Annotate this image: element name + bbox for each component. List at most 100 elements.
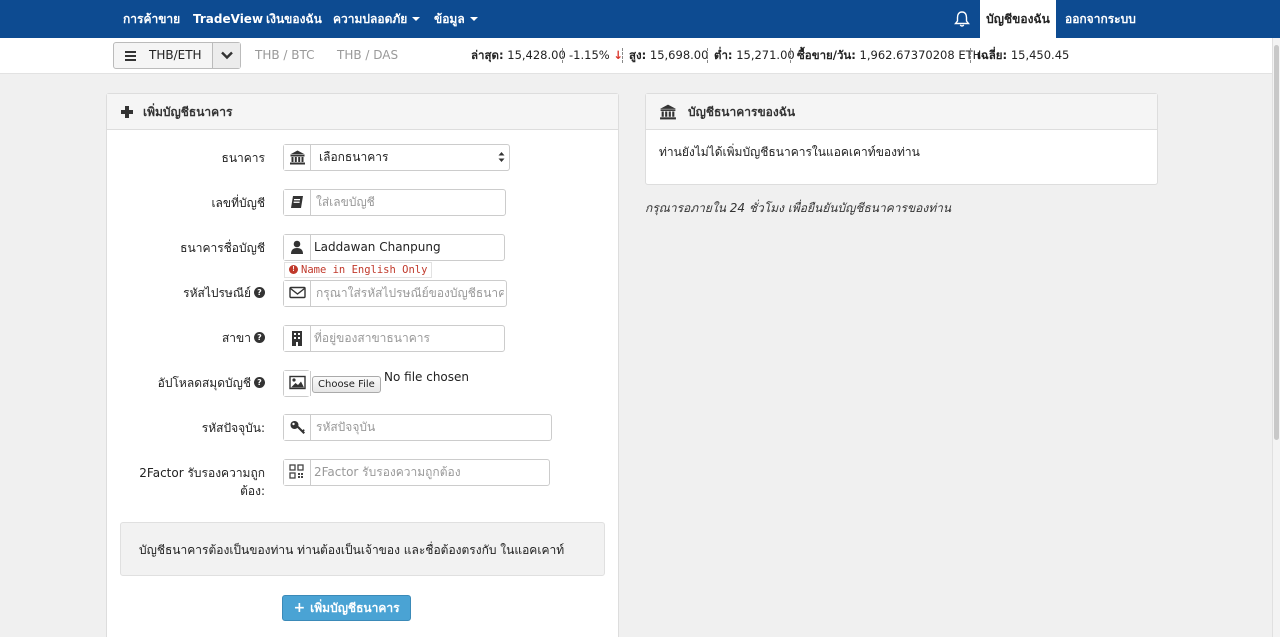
ticker-low-value: 15,271.00 xyxy=(736,48,795,62)
bank-icon xyxy=(660,104,676,120)
branch-label-text: สาขา xyxy=(221,331,251,345)
postal-label: รหัสไปรษณีย์? xyxy=(107,284,265,302)
user-icon xyxy=(291,240,303,254)
building-addon xyxy=(284,326,311,351)
ticker-volume-value: 1,962.67370208 ETH xyxy=(859,48,982,62)
chevron-down-icon xyxy=(221,51,233,60)
ticker-volume: ซื้อขาย/วัน: 1,962.67370208 ETH xyxy=(797,38,981,72)
nav-my-account[interactable]: บัญชีของฉัน xyxy=(980,0,1056,38)
ticker-last-label: ล่าสุด: xyxy=(471,48,504,62)
choose-file-button[interactable]: Choose File xyxy=(312,376,381,393)
bank-select[interactable]: เลือกธนาคาร xyxy=(283,144,510,171)
postal-field[interactable]: กรุณาใส่รหัสไปรษณีย์ของบัญชีธนาคาร xyxy=(283,280,507,307)
current-password-label: รหัสปัจจุบัน: xyxy=(201,421,265,435)
current-password-placeholder: รหัสปัจจุบัน xyxy=(316,420,376,434)
upload-label: อัปโหลดสมุดบัญชี? xyxy=(107,374,265,392)
add-bank-button[interactable]: + เพิ่มบัญชีธนาคาร xyxy=(282,595,411,621)
ticker-high-value: 15,698.00 xyxy=(649,48,709,62)
bank-icon xyxy=(290,150,305,165)
name-error-text: Name in English Only xyxy=(301,264,428,276)
help-icon[interactable]: ? xyxy=(254,332,265,343)
panel-title: บัญชีธนาคารของฉัน xyxy=(688,105,796,119)
nav-tradeview[interactable]: TradeView xyxy=(193,0,263,38)
pair-link-das[interactable]: THB / DAS xyxy=(337,38,398,72)
nav-my-money[interactable]: เงินของฉัน xyxy=(266,0,322,38)
name-error-message: ! Name in English Only xyxy=(284,262,433,278)
book-addon xyxy=(284,190,311,215)
account-name-label: ธนาคารชื่อบัญชี xyxy=(180,241,265,255)
branch-placeholder: ที่อยู่ของสาขาธนาคาร xyxy=(314,331,430,345)
pair-selector[interactable]: THB/ETH xyxy=(113,42,241,69)
pair-selected: THB/ETH xyxy=(149,48,202,62)
nav-info[interactable]: ข้อมูล xyxy=(434,0,478,38)
nav-logout[interactable]: ออกจากระบบ xyxy=(1065,0,1136,38)
ticker-avg-value: 15,450.45 xyxy=(1010,48,1070,62)
image-addon xyxy=(284,371,311,396)
panel-title: เพิ่มบัญชีธนาคาร xyxy=(143,105,233,119)
help-icon[interactable]: ? xyxy=(254,377,265,388)
qrcode-icon xyxy=(289,464,304,479)
panel-header: เพิ่มบัญชีธนาคาร xyxy=(107,94,618,130)
account-number-field[interactable]: ใส่เลขบัญชี xyxy=(283,189,506,216)
divider xyxy=(790,48,791,63)
add-bank-button-label: เพิ่มบัญชีธนาคาร xyxy=(310,601,400,615)
ticker-low-label: ต่ำ: xyxy=(714,48,733,62)
twofa-label-line1: 2Factor รับรองความถูก xyxy=(139,466,265,480)
image-addon-box xyxy=(283,370,311,397)
envelope-addon xyxy=(284,281,311,306)
bank-select-value: เลือกธนาคาร xyxy=(319,150,389,164)
twofa-placeholder: 2Factor รับรองความถูกต้อง xyxy=(314,465,461,479)
upload-label-text: อัปโหลดสมุดบัญชี xyxy=(157,376,251,390)
panel-header: บัญชีธนาคารของฉัน xyxy=(646,94,1157,130)
ticker-avg-label: เฉลี่ย: xyxy=(977,48,1008,62)
branch-label: สาขา? xyxy=(107,329,265,347)
book-icon xyxy=(291,196,303,208)
my-banks-panel: บัญชีธนาคารของฉัน ท่านยังไม่ได้เพิ่มบัญช… xyxy=(645,93,1158,185)
building-icon xyxy=(292,331,302,346)
ticker-change: -1.15% ↓ xyxy=(569,38,623,72)
nav-security-label: ความปลอดภัย xyxy=(333,12,408,26)
account-number-label: เลขที่บัญชี xyxy=(211,196,265,210)
account-name-field[interactable]: Laddawan Chanpung xyxy=(283,234,505,261)
verification-note: กรุณารอภายใน 24 ชั่วโมง เพื่อยืนยันบัญชี… xyxy=(645,201,952,215)
ticker-volume-label: ซื้อขาย/วัน: xyxy=(797,48,856,62)
ticker-low: ต่ำ: 15,271.00 xyxy=(714,38,795,72)
empty-banks-message: ท่านยังไม่ได้เพิ่มบัญชีธนาคารในแอคเคาท์ข… xyxy=(659,145,920,159)
ownership-notice: บัญชีธนาคารต้องเป็นของท่าน ท่านต้องเป็นเ… xyxy=(120,522,605,576)
nav-security[interactable]: ความปลอดภัย xyxy=(333,0,421,38)
bank-label: ธนาคาร xyxy=(221,151,265,165)
bell-icon[interactable] xyxy=(953,10,971,28)
pair-link-btc[interactable]: THB / BTC xyxy=(255,38,315,72)
top-navbar: การค้าขาย TradeView เงินของฉัน ความปลอดภ… xyxy=(0,0,1280,38)
help-icon[interactable]: ? xyxy=(254,287,265,298)
ticker-bar: THB/ETH THB / BTC THB / DAS ล่าสุด: 15,4… xyxy=(0,38,1272,74)
user-addon xyxy=(284,235,311,260)
ownership-notice-text: บัญชีธนาคารต้องเป็นของท่าน ท่านต้องเป็นเ… xyxy=(139,543,565,557)
divider xyxy=(707,48,708,63)
branch-field[interactable]: ที่อยู่ของสาขาธนาคาร xyxy=(283,325,505,352)
postal-placeholder: กรุณาใส่รหัสไปรษณีย์ของบัญชีธนาคาร xyxy=(316,286,504,300)
twofa-label: 2Factor รับรองความถูกต้อง: xyxy=(107,464,265,500)
image-icon xyxy=(289,375,306,390)
ticker-last-value: 15,428.00 xyxy=(507,48,566,62)
current-password-field[interactable]: รหัสปัจจุบัน xyxy=(283,414,552,441)
select-arrows-icon xyxy=(498,152,505,162)
divider xyxy=(562,48,563,63)
key-addon xyxy=(284,415,311,440)
twofa-label-line2: ต้อง: xyxy=(240,484,265,498)
nav-info-label: ข้อมูล xyxy=(434,12,465,26)
add-bank-panel: เพิ่มบัญชีธนาคาร ธนาคาร เลือกธนาคาร เลขท… xyxy=(106,93,619,637)
menu-icon xyxy=(125,51,136,61)
chevron-down-icon xyxy=(412,16,421,21)
error-icon: ! xyxy=(289,264,298,274)
divider xyxy=(970,48,971,63)
plus-icon xyxy=(121,106,133,118)
postal-label-text: รหัสไปรษณีย์ xyxy=(183,286,251,300)
ticker-high: สูง: 15,698.00 xyxy=(629,38,708,72)
nav-trade[interactable]: การค้าขาย xyxy=(123,0,180,38)
pair-dropdown-toggle[interactable] xyxy=(212,43,240,68)
twofa-field[interactable]: 2Factor รับรองความถูกต้อง xyxy=(283,459,550,486)
qrcode-addon xyxy=(284,460,311,485)
scrollbar-thumb[interactable] xyxy=(1274,45,1279,440)
account-number-placeholder: ใส่เลขบัญชี xyxy=(316,195,375,209)
